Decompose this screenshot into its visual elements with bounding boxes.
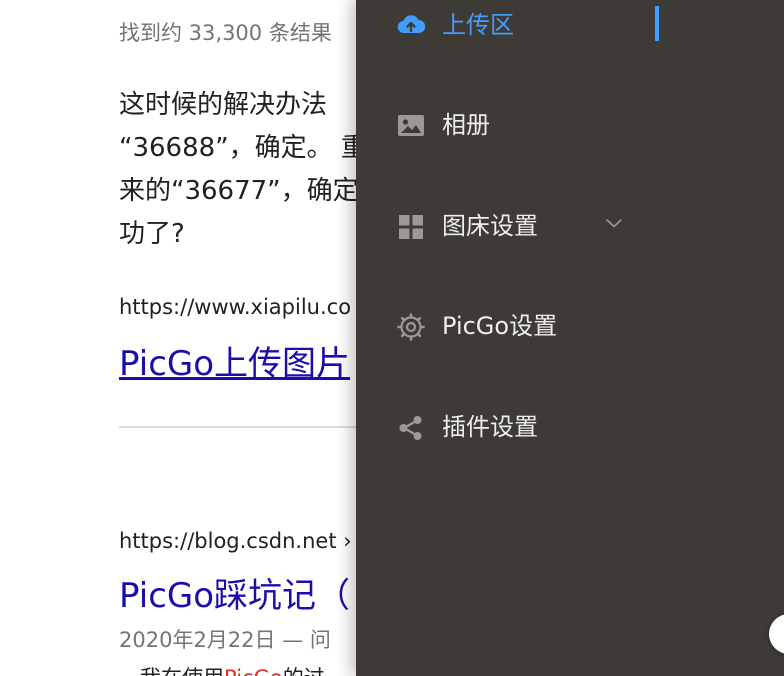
picgo-sidebar-menu: 上传区 相册 图床设置 PicGo设置 插件设置: [356, 0, 784, 676]
snippet-highlight: PicGo: [224, 666, 283, 676]
sidebar-item-label: PicGo设置: [442, 312, 558, 340]
sidebar-item-gallery[interactable]: 相册: [356, 96, 784, 156]
snippet-text: ，我在使用: [119, 666, 224, 676]
result-title-link[interactable]: PicGo踩坑记（: [119, 568, 350, 617]
sidebar-item-label: 相册: [442, 111, 490, 139]
cloud-upload-icon: [396, 10, 426, 40]
snippet-line: 来的“36677”，确定: [119, 176, 359, 206]
snippet-line: “36688”，确定。 重: [119, 133, 367, 163]
screen: 找到约 33,300 条结果 这时候的解决办法 “36688”，确定。 重 来的…: [0, 0, 784, 676]
picture-icon: [396, 111, 426, 141]
result-count: 找到约 33,300 条结果: [119, 21, 332, 45]
result-date: 2020年2月22日 — 问: [119, 628, 331, 652]
active-indicator: [655, 6, 659, 41]
sidebar-item-label: 插件设置: [442, 413, 538, 441]
grid-icon: [396, 212, 426, 242]
chevron-down-icon[interactable]: [602, 211, 626, 235]
result-snippet: 这时候的解决办法 “36688”，确定。 重 来的“36677”，确定 功了?: [119, 84, 379, 256]
divider: [119, 426, 369, 428]
result-snippet: ，我在使用PicGo的过: [119, 662, 325, 676]
sidebar-item-label: 图床设置: [442, 212, 538, 240]
sidebar-item-plugin-settings[interactable]: 插件设置: [356, 398, 784, 458]
gear-icon: [396, 312, 426, 342]
snippet-line: 功了?: [119, 219, 185, 249]
sidebar-item-picbed-settings[interactable]: 图床设置: [356, 197, 784, 257]
snippet-line: 这时候的解决办法: [119, 90, 328, 120]
result-url[interactable]: https://blog.csdn.net ›: [119, 529, 352, 553]
result-title-link[interactable]: PicGo上传图片: [119, 336, 350, 385]
result-url[interactable]: https://www.xiapilu.co: [119, 295, 351, 319]
sidebar-item-label: 上传区: [442, 11, 514, 39]
sidebar-item-upload[interactable]: 上传区: [356, 0, 784, 60]
snippet-text: 的过: [283, 666, 325, 676]
share-icon: [396, 413, 426, 443]
sidebar-item-picgo-settings[interactable]: PicGo设置: [356, 297, 784, 357]
